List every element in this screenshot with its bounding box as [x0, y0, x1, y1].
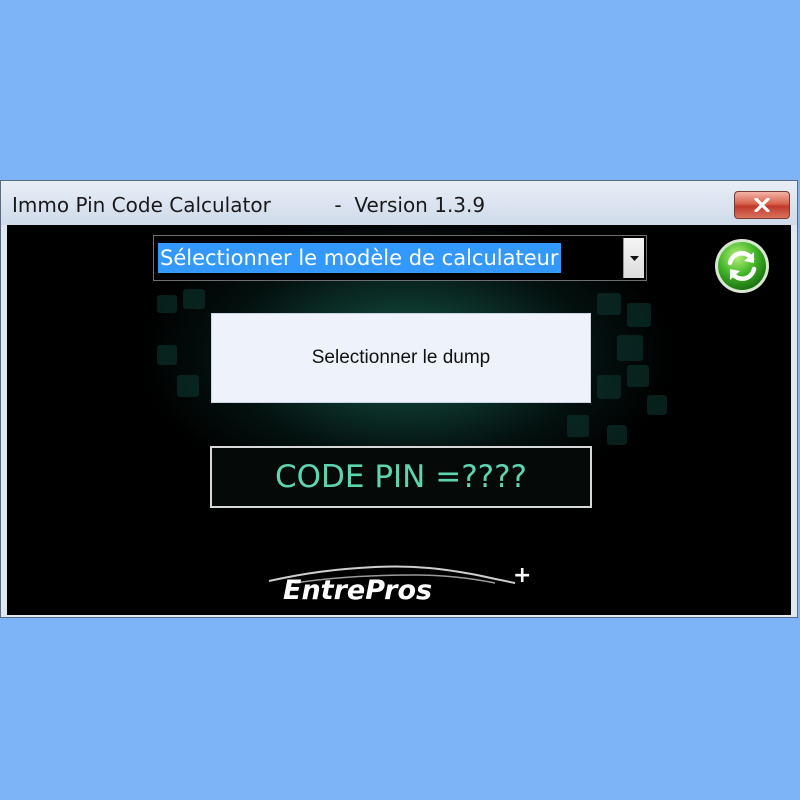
refresh-icon	[715, 239, 769, 293]
pin-label: CODE PIN =	[274, 459, 462, 495]
pin-code-display: CODE PIN = ????	[210, 446, 592, 508]
logo-plus: +	[513, 563, 532, 588]
logo-text: EntrePros	[283, 575, 433, 606]
dropdown-button[interactable]	[623, 238, 644, 278]
client-area: Sélectionner le modèle de calculateur Se…	[7, 225, 791, 615]
pin-value: ????	[461, 459, 528, 495]
window-title: Immo Pin Code Calculator - Version 1.3.9	[12, 193, 486, 217]
refresh-button[interactable]	[713, 237, 771, 295]
background-tiles	[157, 241, 667, 445]
title-bar[interactable]: Immo Pin Code Calculator - Version 1.3.9	[1, 181, 797, 225]
close-button[interactable]	[734, 191, 790, 219]
app-window: Immo Pin Code Calculator - Version 1.3.9	[0, 180, 798, 618]
close-icon	[754, 198, 770, 212]
model-select[interactable]: Sélectionner le modèle de calculateur	[153, 235, 647, 281]
entrepros-logo: EntrePros +	[265, 561, 545, 613]
chevron-down-icon	[629, 255, 639, 261]
select-dump-button[interactable]: Selectionner le dump	[211, 313, 591, 403]
model-select-value: Sélectionner le modèle de calculateur	[158, 243, 561, 273]
